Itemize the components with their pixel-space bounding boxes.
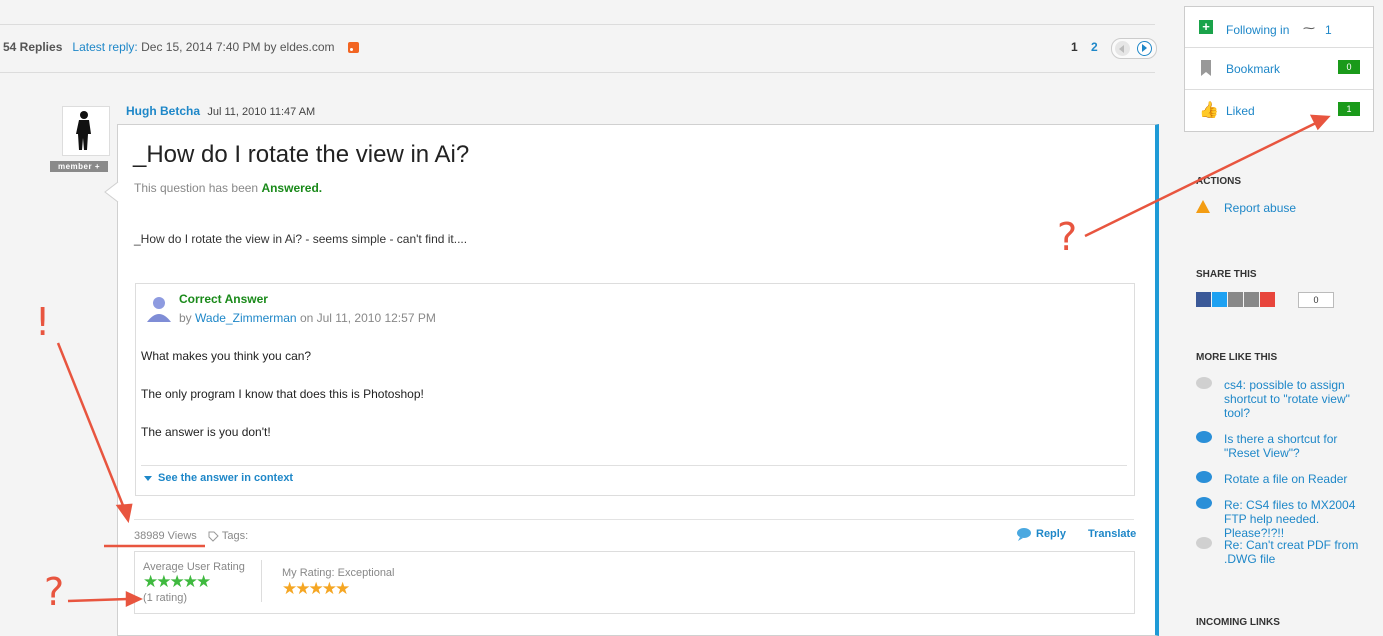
question-mark-annotation: ?: [1057, 215, 1078, 259]
arrow-to-liked: [1084, 120, 1319, 238]
arrow-to-views: [56, 342, 126, 509]
exclamation-annotation: !: [35, 300, 51, 344]
annotation-overlay: [56, 114, 1331, 607]
arrowhead: [1309, 114, 1331, 131]
arrowhead: [115, 503, 133, 524]
question-mark-annotation: ?: [44, 570, 65, 614]
arrowhead: [125, 591, 143, 607]
arrow-to-rating: [67, 597, 129, 603]
